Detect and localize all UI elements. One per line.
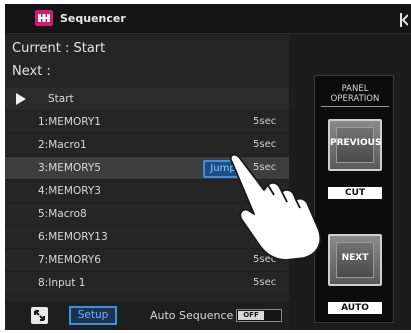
collapse-panel-icon[interactable]	[400, 12, 409, 27]
panel-title: PANEL OPERATION	[315, 84, 395, 104]
title-bar: Sequencer	[5, 4, 411, 34]
list-item-label: 7:MEMORY6	[38, 254, 101, 266]
toggle-state: OFF	[238, 311, 264, 320]
list-header-label: Start	[48, 93, 74, 105]
list-item-label: 5:Macro8	[38, 208, 87, 220]
list-item[interactable]: 1:MEMORY1 5sec	[5, 111, 289, 134]
auto-sequence-label: Auto Sequence	[150, 309, 234, 322]
app-title: Sequencer	[60, 12, 126, 25]
next-status: Next :	[12, 64, 51, 79]
current-status: Current : Start	[12, 41, 106, 56]
list-item-duration: 5sec	[253, 277, 277, 288]
pointing-hand-icon	[229, 153, 322, 260]
setup-button[interactable]: Setup	[69, 306, 117, 325]
list-item-label: 6:MEMORY13	[38, 231, 108, 243]
list-item[interactable]: 8:Input 1 5sec	[5, 272, 289, 295]
auto-label: AUTO	[328, 302, 382, 314]
list-item-duration: 5sec	[253, 139, 277, 150]
panel-title-line2: OPERATION	[330, 94, 380, 104]
list-item-label: 8:Input 1	[38, 277, 86, 289]
panel-title-line1: PANEL	[341, 84, 369, 94]
expand-icon[interactable]	[31, 307, 48, 324]
list-item-duration: 5sec	[253, 116, 277, 127]
previous-button-label: PREVIOUS	[330, 138, 382, 148]
list-item-label: 2:Macro1	[38, 139, 87, 151]
sequencer-window: Sequencer Current : Start Next : Start 1…	[5, 4, 411, 330]
panel-divider	[321, 106, 389, 107]
auto-sequence-toggle[interactable]: OFF	[236, 309, 282, 322]
sequencer-app-icon	[35, 10, 53, 26]
list-header-start[interactable]: Start	[5, 88, 289, 111]
list-item-label: 1:MEMORY1	[38, 116, 101, 128]
list-item-label: 3:MEMORY5	[38, 162, 101, 174]
bottom-toolbar: Setup Auto Sequence OFF	[5, 302, 289, 330]
play-icon	[16, 93, 26, 105]
list-item-label: 4:MEMORY3	[38, 185, 101, 197]
